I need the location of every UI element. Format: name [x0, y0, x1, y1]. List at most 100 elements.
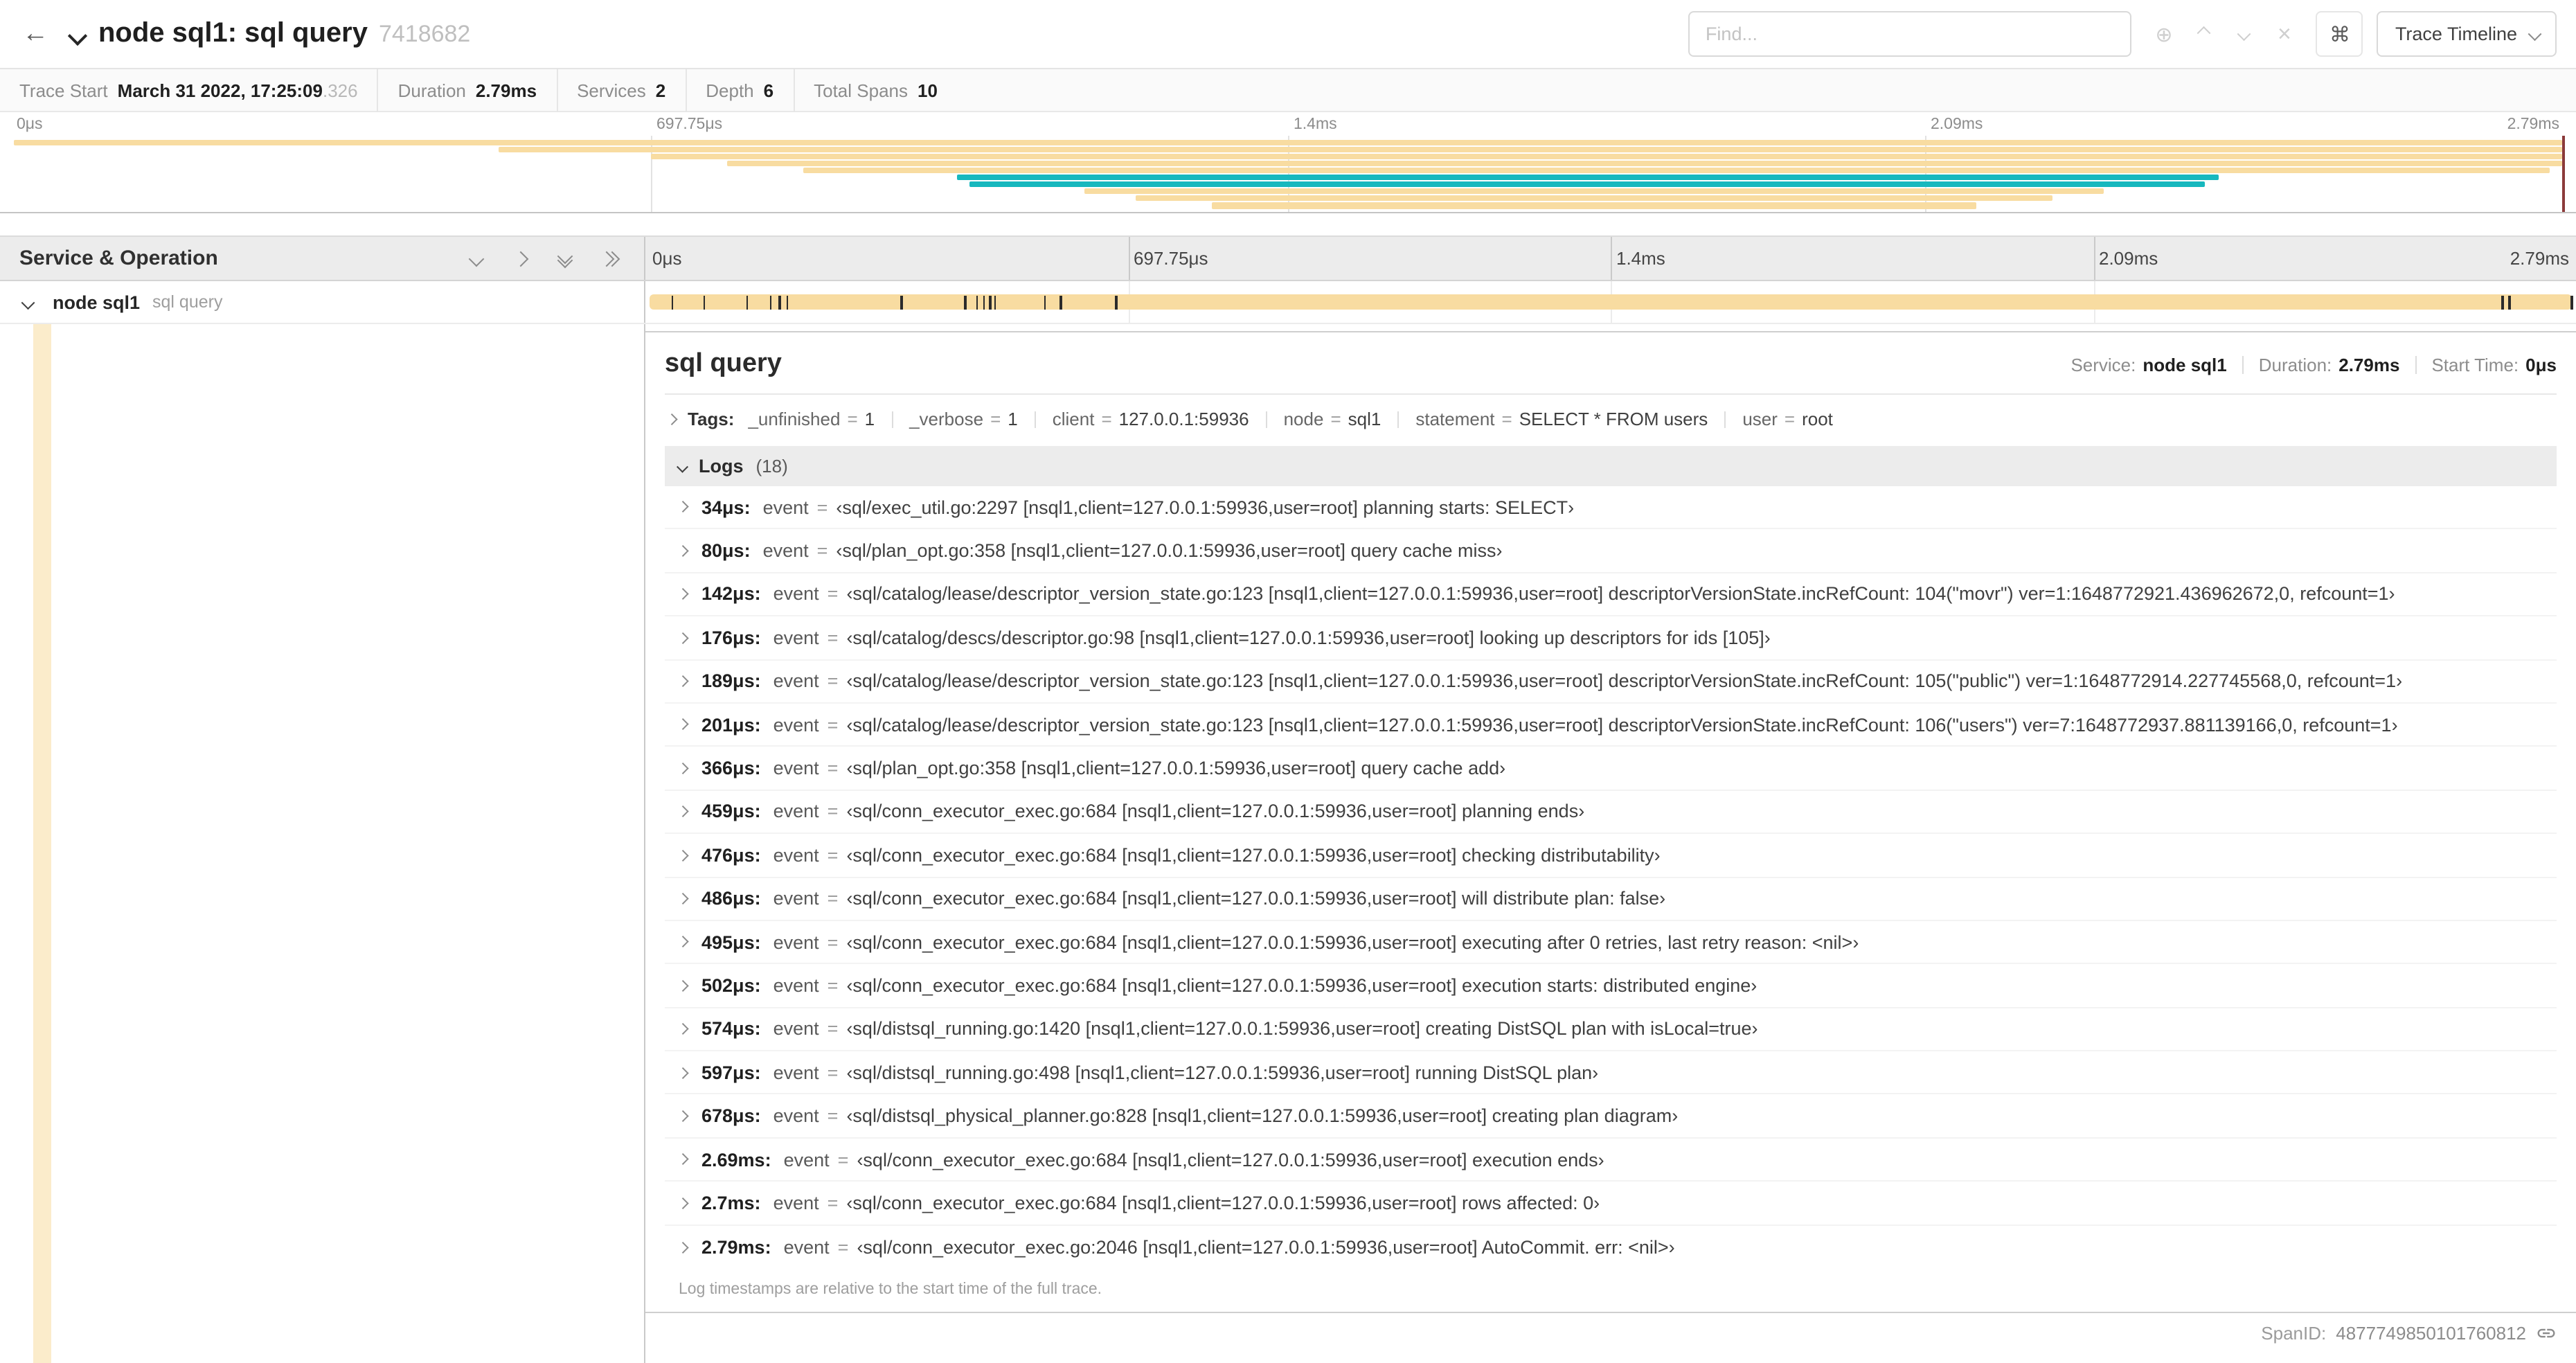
stat-label: Trace Start: [19, 80, 108, 100]
trace-view-selector[interactable]: Trace Timeline: [2377, 11, 2557, 57]
log-row[interactable]: 2.69ms: event = ‹sql/conn_executor_exec.…: [665, 1139, 2557, 1182]
log-equals-sign: =: [827, 758, 839, 779]
tag-item: client = 127.0.0.1:59936: [1053, 409, 1249, 429]
log-row[interactable]: 597μs: event = ‹sql/distsql_running.go:4…: [665, 1051, 2557, 1095]
service-operation-header: Service & Operation: [0, 237, 645, 280]
log-row[interactable]: 459μs: event = ‹sql/conn_executor_exec.g…: [665, 790, 2557, 835]
log-marker: [1044, 295, 1046, 309]
log-field-key: event: [773, 1062, 819, 1083]
expand-all-icon[interactable]: [597, 246, 622, 271]
expand-one-icon[interactable]: [508, 246, 533, 271]
log-row[interactable]: 201μs: event = ‹sql/catalog/lease/descri…: [665, 704, 2557, 747]
time-tick-label: 2.79ms: [2507, 116, 2559, 133]
log-row[interactable]: 142μs: event = ‹sql/catalog/lease/descri…: [665, 573, 2557, 617]
log-row[interactable]: 189μs: event = ‹sql/catalog/lease/descri…: [665, 660, 2557, 704]
log-marker: [964, 295, 967, 309]
tag-key: statement: [1415, 409, 1495, 429]
chevron-down-icon: [677, 461, 688, 472]
grid-line: [1128, 237, 1129, 280]
chevron-right-icon: [677, 545, 688, 556]
span-collapse-icon[interactable]: [15, 289, 40, 314]
tag-equals-sign: =: [847, 409, 858, 429]
tags-accordion[interactable]: Tags: _unfinished = 1 _verbose = 1 client = 127.…: [665, 395, 2557, 443]
minimap-canvas[interactable]: [14, 136, 2565, 212]
keyboard-shortcuts-button[interactable]: ⌘: [2316, 11, 2363, 57]
span-row: node sql1 sql query: [0, 281, 2576, 324]
log-marker: [900, 295, 903, 309]
log-list: 34μs: event = ‹sql/exec_util.go:2297 [ns…: [665, 486, 2557, 1269]
log-row[interactable]: 34μs: event = ‹sql/exec_util.go:2297 [ns…: [665, 486, 2557, 530]
trace-stat: Services 2: [556, 69, 685, 112]
chevron-right-icon: [677, 589, 688, 600]
next-match-icon[interactable]: [2233, 23, 2255, 45]
trace-stat: Depth 6: [685, 69, 793, 112]
log-value: ‹sql/conn_executor_exec.go:2046 [nsql1,c…: [857, 1236, 1675, 1258]
tag-key: user: [1742, 409, 1778, 429]
prev-match-icon[interactable]: [2193, 23, 2215, 45]
log-row[interactable]: 476μs: event = ‹sql/conn_executor_exec.g…: [665, 834, 2557, 878]
clear-search-icon[interactable]: ×: [2273, 20, 2296, 46]
span-timeline-cell[interactable]: [645, 281, 2576, 323]
log-value: ‹sql/catalog/lease/descriptor_version_st…: [846, 714, 2398, 736]
log-row[interactable]: 678μs: event = ‹sql/distsql_physical_pla…: [665, 1095, 2557, 1139]
find-input[interactable]: [1688, 11, 2132, 57]
log-timestamp: 486μs:: [701, 888, 761, 909]
log-marker: [2570, 295, 2573, 309]
collapse-all-icon[interactable]: [553, 246, 578, 271]
page-title: node sql1: sql query 7418682: [98, 18, 470, 50]
span-bar[interactable]: [650, 294, 2573, 310]
log-equals-sign: =: [827, 583, 839, 605]
back-button[interactable]: ←: [19, 18, 57, 50]
chevron-right-icon: [677, 1197, 688, 1209]
chevron-right-icon: [677, 806, 688, 817]
log-row[interactable]: 502μs: event = ‹sql/conn_executor_exec.g…: [665, 965, 2557, 1008]
tags-label: Tags:: [688, 409, 735, 429]
deep-link-icon[interactable]: [2536, 1323, 2557, 1344]
log-equals-sign: =: [827, 1192, 839, 1213]
span-name-cell[interactable]: node sql1 sql query: [0, 281, 645, 323]
grid-line: [2093, 237, 2095, 280]
tag-equals-sign: =: [1784, 409, 1796, 429]
focus-match-icon[interactable]: ⊕: [2153, 23, 2175, 46]
log-row[interactable]: 366μs: event = ‹sql/plan_opt.go:358 [nsq…: [665, 747, 2557, 791]
logs-accordion-header[interactable]: Logs (18): [665, 446, 2557, 486]
stat-label: Services: [577, 80, 646, 100]
log-row[interactable]: 2.7ms: event = ‹sql/conn_executor_exec.g…: [665, 1182, 2557, 1226]
log-timestamp: 495μs:: [701, 932, 761, 953]
span-detail-card: sql query Service: node sql1 Duration: 2…: [645, 331, 2576, 1314]
stat-suffix: .326: [322, 80, 358, 100]
log-row[interactable]: 574μs: event = ‹sql/distsql_running.go:1…: [665, 1008, 2557, 1052]
tag-equals-sign: =: [1101, 409, 1112, 429]
minimap-span-bar: [1211, 202, 1976, 209]
log-equals-sign: =: [827, 1105, 839, 1127]
log-equals-sign: =: [827, 1018, 839, 1040]
log-timestamp: 189μs:: [701, 670, 761, 692]
time-tick-label: 0μs: [652, 248, 682, 269]
span-detail-area: sql query Service: node sql1 Duration: 2…: [645, 324, 2576, 1363]
log-marker: [989, 295, 992, 309]
log-marker: [703, 295, 706, 309]
log-field-key: event: [773, 1018, 819, 1040]
log-equals-sign: =: [816, 540, 828, 562]
collapse-trace-header-icon[interactable]: [67, 25, 88, 46]
minimap-span-bar: [969, 181, 2206, 188]
log-field-key: event: [762, 540, 809, 562]
log-value: ‹sql/plan_opt.go:358 [nsql1,client=127.0…: [836, 540, 1503, 562]
log-timestamp: 476μs:: [701, 844, 761, 866]
log-row[interactable]: 2.79ms: event = ‹sql/conn_executor_exec.…: [665, 1225, 2557, 1269]
span-id-row: SpanID: 4877749850101760812: [645, 1313, 2576, 1353]
log-row[interactable]: 495μs: event = ‹sql/conn_executor_exec.g…: [665, 921, 2557, 965]
collapse-one-icon[interactable]: [464, 246, 489, 271]
chevron-right-icon: [665, 413, 677, 425]
viewport-scrubber[interactable]: [2562, 136, 2565, 212]
log-row[interactable]: 176μs: event = ‹sql/catalog/descs/descri…: [665, 616, 2557, 661]
tag-item: user = root: [1742, 409, 1833, 429]
log-row[interactable]: 486μs: event = ‹sql/conn_executor_exec.g…: [665, 878, 2557, 921]
logs-label: Logs: [699, 456, 744, 476]
log-row[interactable]: 80μs: event = ‹sql/plan_opt.go:358 [nsql…: [665, 530, 2557, 573]
log-equals-sign: =: [827, 801, 839, 822]
log-field-key: event: [773, 714, 819, 736]
log-equals-sign: =: [827, 932, 839, 953]
tag-value: sql1: [1348, 409, 1381, 429]
chevron-right-icon: [677, 1241, 688, 1253]
